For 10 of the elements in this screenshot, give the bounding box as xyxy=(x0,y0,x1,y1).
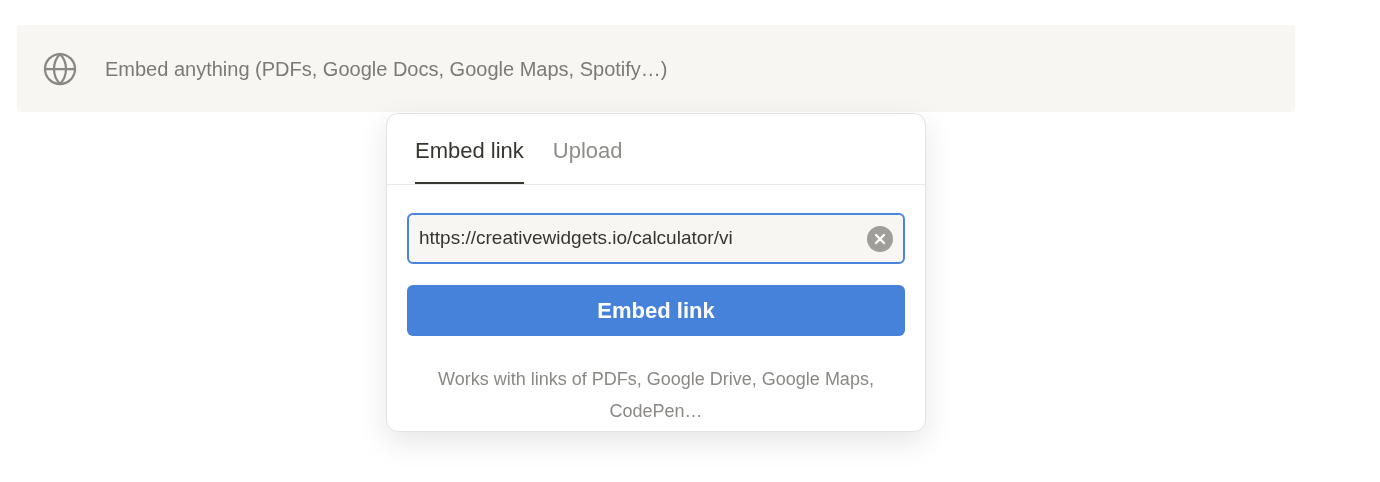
tab[interactable]: Embed link xyxy=(415,114,524,184)
tab[interactable]: Upload xyxy=(552,114,623,184)
embed-bar[interactable]: Embed anything (PDFs, Google Docs, Google Maps, Spotify…) xyxy=(17,25,1295,112)
hint-text: Works with links of PDFs, Google Drive, Google Maps, CodePen… xyxy=(437,368,875,423)
globe-icon xyxy=(42,50,78,87)
clear-icon[interactable] xyxy=(867,225,893,252)
embed-link-button[interactable]: Embed link xyxy=(407,285,905,336)
url-field[interactable]: https://creativewidgets.io/calculator/vi xyxy=(407,213,905,264)
url-text: https://creativewidgets.io/calculator/vi xyxy=(419,226,733,251)
embed-prompt: Embed anything (PDFs, Google Docs, Google Maps, Spotify…) xyxy=(105,56,668,82)
